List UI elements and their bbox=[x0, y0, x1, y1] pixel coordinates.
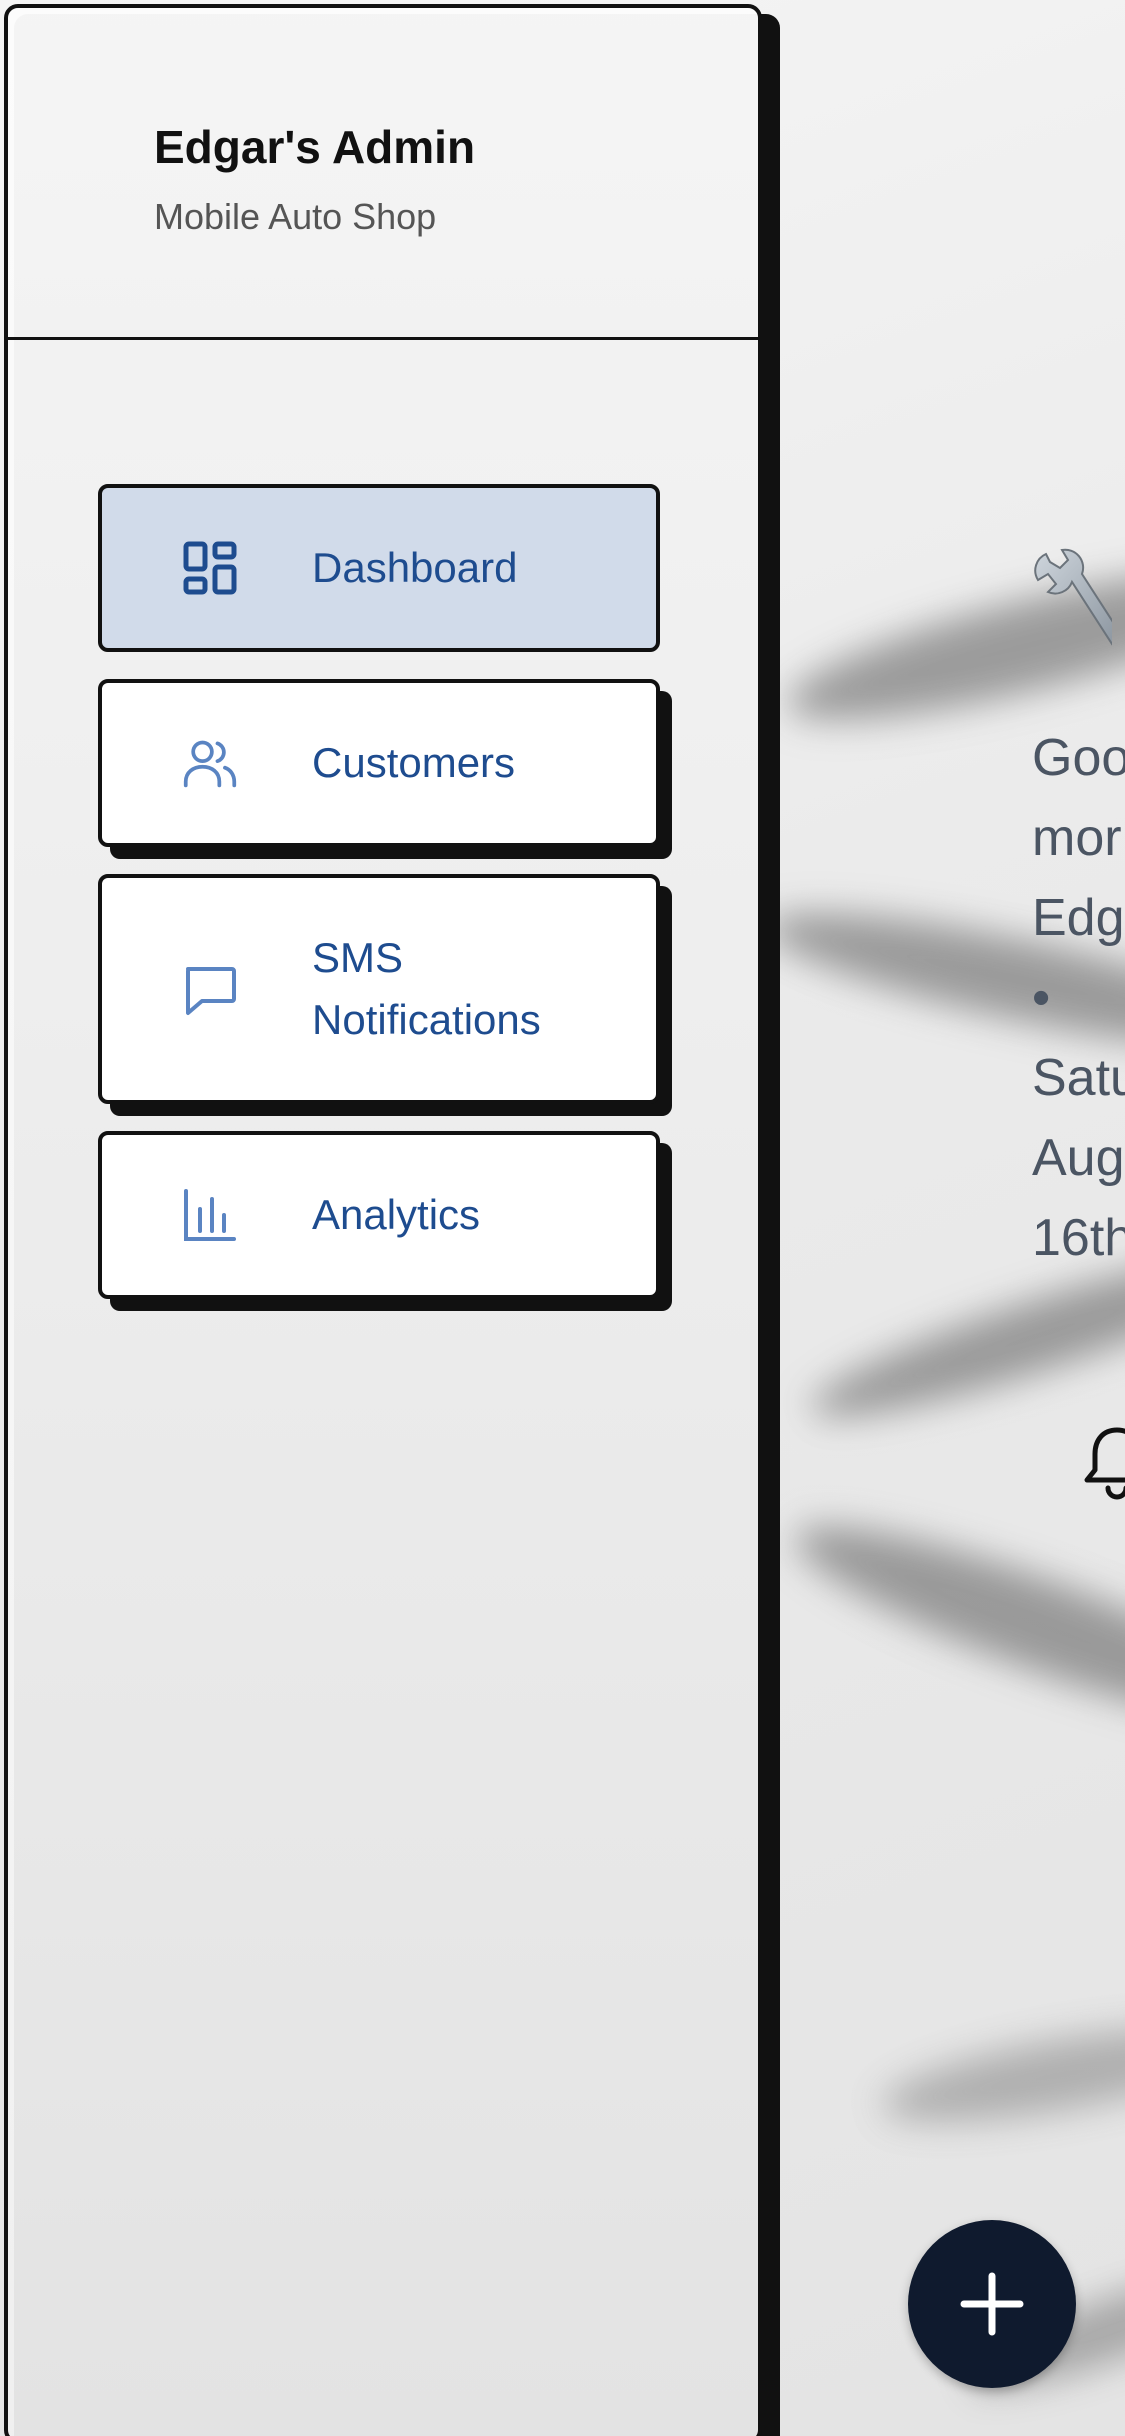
message-icon bbox=[182, 961, 238, 1017]
users-icon bbox=[182, 735, 238, 791]
sidebar-item-label: SMS Notifications bbox=[312, 934, 541, 1043]
brand-title: Edgar's Admin bbox=[154, 121, 476, 173]
sidebar-item-analytics[interactable]: Analytics bbox=[98, 1131, 660, 1299]
greeting-text: Goo mor Edg • Satu Aug 16th bbox=[1032, 729, 1125, 1267]
sidebar-item-sms-notifications[interactable]: SMS Notifications bbox=[98, 874, 660, 1104]
sidebar-item-dashboard[interactable]: Dashboard bbox=[98, 484, 660, 652]
sidebar-item-label: Customers bbox=[312, 739, 516, 786]
sidebar-item-label: Dashboard bbox=[312, 544, 518, 591]
bell-icon[interactable] bbox=[1082, 1422, 1125, 1502]
dashboard-icon bbox=[182, 540, 238, 596]
bar-chart-icon bbox=[182, 1187, 238, 1243]
sidebar-item-label: Analytics bbox=[312, 1191, 481, 1238]
sidebar-header: Edgar's Admin Mobile Auto Shop bbox=[8, 8, 758, 340]
add-button[interactable] bbox=[908, 2220, 1076, 2388]
brand-subtitle: Mobile Auto Shop bbox=[154, 196, 437, 237]
sidebar-item-customers[interactable]: Customers bbox=[98, 679, 660, 847]
wrench-icon bbox=[1032, 548, 1124, 658]
plus-icon bbox=[960, 2272, 1024, 2336]
